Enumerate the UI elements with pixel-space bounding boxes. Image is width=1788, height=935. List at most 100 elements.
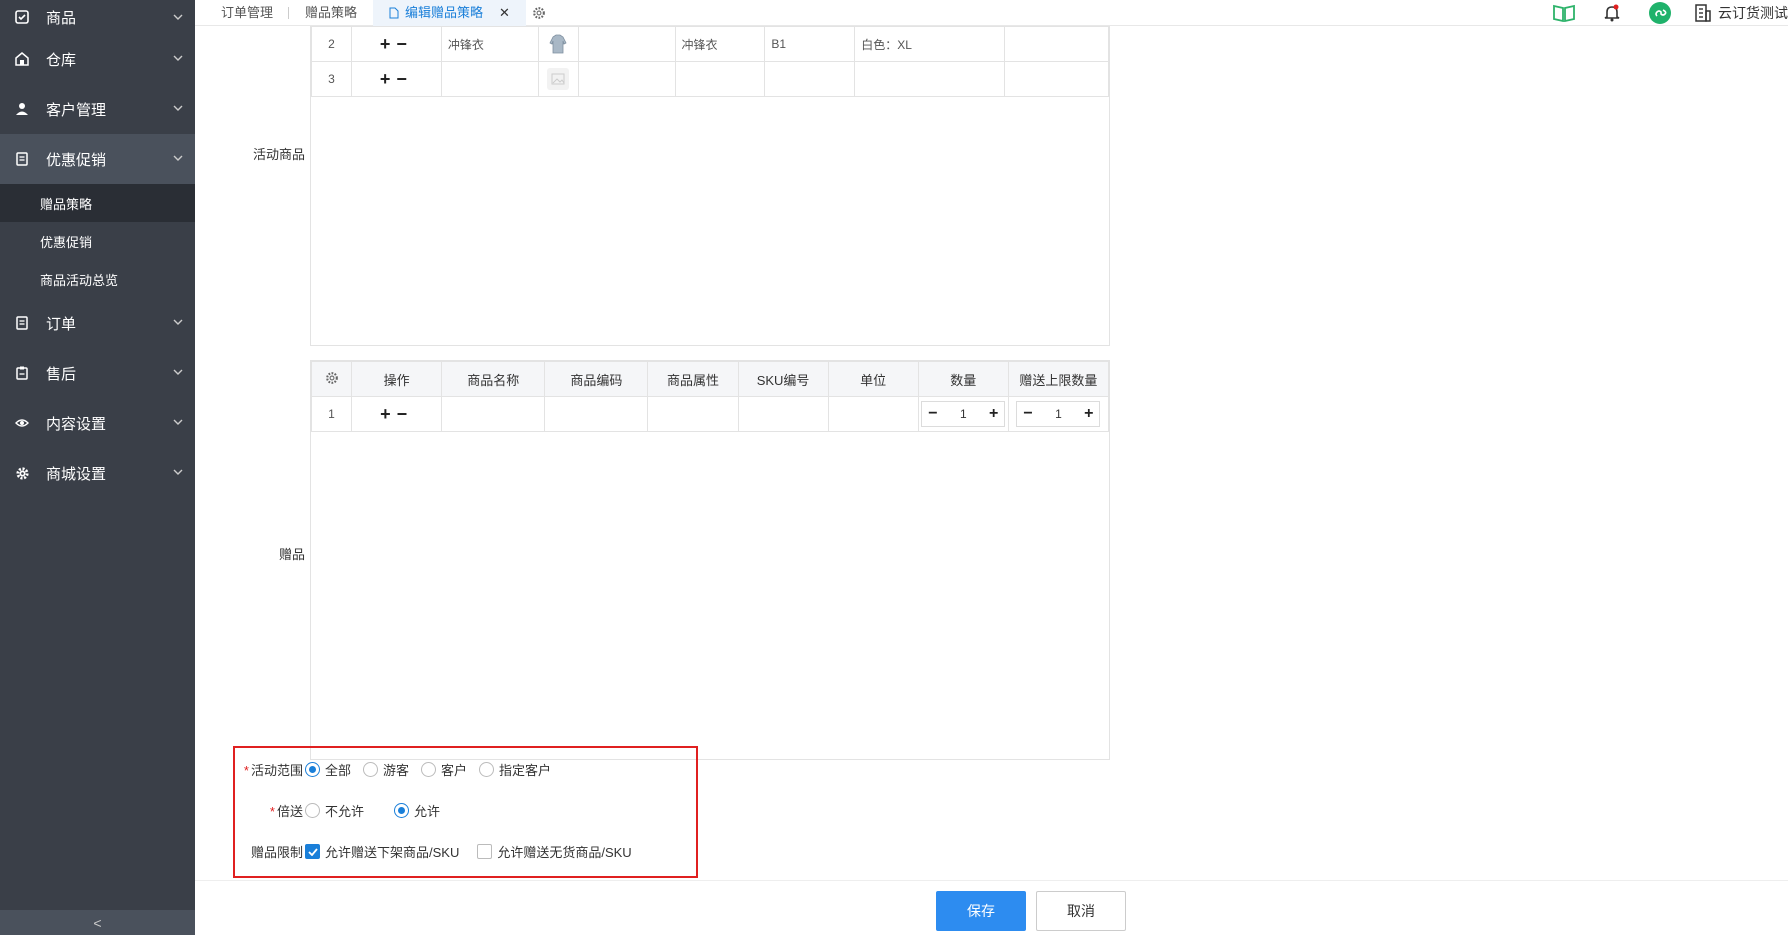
gifts-table: 操作 商品名称 商品编码 商品属性 SKU编号 单位 数量 赠送上限数量 1 +… (310, 360, 1110, 760)
document-icon (389, 7, 399, 19)
limit-label: 赠品限制 (250, 845, 303, 860)
bell-icon[interactable] (1588, 0, 1636, 26)
goods-code: 冲锋衣 (674, 26, 766, 62)
nav-item-mall-settings[interactable]: 商城设置 (0, 448, 195, 498)
limit-row: 赠品限制 允许赠送下架商品/SKU 允许赠送无货商品/SKU (235, 842, 644, 861)
tab-bar: 订单管理 赠品策略 编辑赠品策略 ✕ 云订货测试 (195, 0, 1788, 26)
tab-edit-gift-strategy[interactable]: 编辑赠品策略 ✕ (373, 0, 526, 26)
radio-checked[interactable] (305, 762, 320, 777)
sidebar-collapse-button[interactable]: < (0, 910, 195, 935)
nav-label: 优惠促销 (46, 151, 107, 169)
decrement-button[interactable]: − (928, 405, 937, 423)
column-header: 赠送上限数量 (1007, 361, 1110, 397)
limit-value[interactable]: 1 (1055, 407, 1062, 421)
nav-label: 售后 (46, 365, 77, 383)
tab-label: 编辑赠品策略 (405, 5, 484, 20)
radio[interactable] (421, 762, 437, 777)
nav-item-warehouse[interactable]: 仓库 (0, 34, 195, 84)
checkbox-checked[interactable] (305, 844, 320, 859)
add-row-button[interactable]: + (380, 69, 397, 89)
book-icon[interactable] (1540, 0, 1588, 26)
mini-program-icon[interactable] (1636, 0, 1684, 26)
eye-icon (14, 415, 30, 431)
nav-label: 订单 (46, 315, 77, 333)
checkbox[interactable] (477, 844, 493, 859)
aftersale-icon (14, 365, 30, 381)
warehouse-icon (14, 51, 30, 67)
remove-row-button[interactable]: − (396, 69, 413, 89)
row-index: 1 (310, 396, 353, 432)
scope-option-customer[interactable]: 客户 (421, 760, 467, 779)
multiple-option-allow[interactable]: 允许 (394, 801, 440, 820)
chevron-down-icon (173, 105, 183, 111)
column-header: 商品名称 (441, 361, 546, 397)
tab-order-management[interactable]: 订单管理 (205, 0, 290, 26)
tab-gift-strategy[interactable]: 赠品策略 (289, 0, 373, 26)
goods-thumbnail (537, 26, 579, 62)
nav-label: 仓库 (46, 51, 77, 69)
table-row: 2 +− 冲锋衣 冲锋衣 B1 白色：XL (311, 26, 1109, 62)
cancel-button[interactable]: 取消 (1036, 891, 1126, 931)
limit-option-out-of-stock[interactable]: 允许赠送无货商品/SKU (477, 842, 632, 861)
save-button[interactable]: 保存 (936, 891, 1026, 931)
nav-label: 商城设置 (46, 465, 107, 483)
image-placeholder-icon (547, 68, 570, 90)
table-header: 操作 商品名称 商品编码 商品属性 SKU编号 单位 数量 赠送上限数量 (310, 361, 1110, 397)
radio[interactable] (479, 762, 495, 777)
goods-attr (854, 61, 1006, 97)
nav-item-promotion[interactable]: 优惠促销 (0, 134, 195, 184)
tab-settings-icon[interactable] (526, 0, 552, 26)
gear-icon (14, 465, 30, 481)
chevron-down-icon (173, 369, 183, 375)
column-header: 商品编码 (544, 361, 649, 397)
limit-option-delisted[interactable]: 允许赠送下架商品/SKU (305, 842, 459, 861)
column-header: 数量 (917, 361, 1009, 397)
nav-item-product[interactable]: 商品 (0, 0, 195, 34)
scope-option-guest[interactable]: 游客 (363, 760, 409, 779)
promotion-icon (14, 151, 30, 167)
multiple-option-disallow[interactable]: 不允许 (305, 801, 364, 820)
chevron-down-icon (173, 319, 183, 325)
goods-name (440, 61, 539, 97)
scope-label: 活动范围 (250, 763, 303, 778)
sidebar-subitem-promotion[interactable]: 优惠促销 (0, 222, 195, 260)
remove-row-button[interactable]: − (397, 404, 414, 424)
highlight-box: * 活动范围 全部 游客 客户 指定客户 * 倍送 不允许 允许 赠品限制 允许赠送… (233, 746, 698, 878)
radio-checked[interactable] (394, 803, 410, 818)
chevron-down-icon (173, 55, 183, 61)
activity-goods-label: 活动商品 (252, 147, 305, 162)
radio[interactable] (305, 803, 320, 818)
scope-option-specific-customer[interactable]: 指定客户 (479, 760, 551, 779)
radio[interactable] (363, 762, 379, 777)
row-actions: +− (350, 26, 442, 62)
order-icon (14, 315, 30, 331)
nav-item-aftersale[interactable]: 售后 (0, 348, 195, 398)
goods-name: 冲锋衣 (440, 26, 539, 62)
goods-code (674, 61, 766, 97)
nav-item-customer[interactable]: 客户管理 (0, 84, 195, 134)
gifts-label: 赠品 (278, 547, 305, 562)
add-row-button[interactable]: + (380, 404, 397, 424)
row-index: 3 (311, 61, 352, 97)
close-icon[interactable]: ✕ (499, 0, 510, 26)
column-header: 商品属性 (647, 361, 739, 397)
jacket-image (547, 33, 569, 55)
sidebar-subitem-activity-overview[interactable]: 商品活动总览 (0, 260, 195, 298)
nav-item-order[interactable]: 订单 (0, 298, 195, 348)
chevron-down-icon (173, 469, 183, 475)
row-index: 2 (311, 26, 352, 62)
add-row-button[interactable]: + (380, 34, 397, 54)
decrement-button[interactable]: − (1023, 405, 1032, 423)
increment-button[interactable]: + (989, 405, 998, 423)
nav-item-content-settings[interactable]: 内容设置 (0, 398, 195, 448)
table-row: 3 +− (311, 61, 1109, 97)
sidebar-subitem-gift-strategy[interactable]: 赠品策略 (0, 184, 195, 222)
increment-button[interactable]: + (1084, 405, 1093, 423)
scope-option-all[interactable]: 全部 (305, 760, 351, 779)
column-settings-icon[interactable] (310, 361, 353, 397)
chevron-down-icon (173, 155, 183, 161)
remove-row-button[interactable]: − (396, 34, 413, 54)
user-menu[interactable]: 云订货测试 (1684, 0, 1788, 26)
limit-stepper: − 1 + (1007, 396, 1110, 432)
quantity-value[interactable]: 1 (960, 407, 967, 421)
